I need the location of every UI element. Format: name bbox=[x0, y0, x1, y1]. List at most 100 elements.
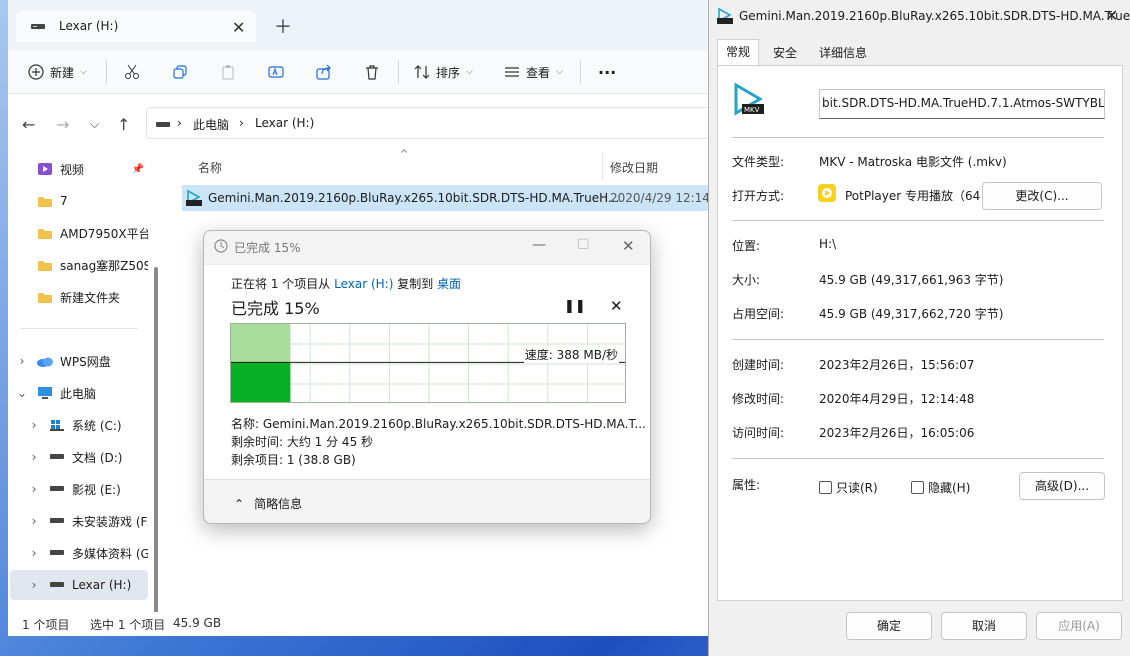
drive-icon bbox=[46, 581, 68, 589]
drive-icon bbox=[46, 485, 68, 493]
sort-ascending-icon: ^ bbox=[400, 149, 409, 160]
mkv-file-icon bbox=[186, 190, 202, 206]
sidebar-item-drive-g[interactable]: › 多媒体资料 (G:) bbox=[10, 538, 148, 568]
pause-icon[interactable]: ❚❚ bbox=[564, 299, 586, 314]
less-info-toggle[interactable]: ⌃ 简略信息 bbox=[234, 495, 302, 512]
sidebar-item-7[interactable]: 7 bbox=[10, 186, 148, 216]
sidebar-scrollbar[interactable] bbox=[154, 267, 158, 636]
up-arrow-icon[interactable]: ↑ bbox=[117, 115, 130, 134]
copy-icon bbox=[173, 65, 187, 79]
readonly-checkbox[interactable]: 只读(R) bbox=[819, 479, 878, 496]
opens-with-label: 打开方式: bbox=[732, 189, 785, 203]
location-value: H:\ bbox=[819, 237, 837, 251]
size-label: 大小: bbox=[732, 273, 761, 287]
tab-details[interactable]: 详细信息 bbox=[811, 41, 875, 65]
sidebar-item-amd[interactable]: AMD7950X平台 bbox=[10, 218, 148, 248]
new-button[interactable]: 新建 ⌵ bbox=[28, 59, 87, 85]
stop-icon[interactable]: ✕ bbox=[610, 297, 623, 315]
paste-button[interactable] bbox=[220, 59, 236, 85]
dialog-titlebar[interactable]: 已完成 15% — ☐ ✕ bbox=[204, 231, 650, 261]
forward-arrow-icon[interactable]: → bbox=[56, 115, 69, 134]
view-label: 查看 bbox=[526, 65, 551, 80]
more-options-button[interactable]: ··· bbox=[598, 59, 616, 85]
share-icon bbox=[316, 64, 331, 80]
maximize-icon[interactable]: ☐ bbox=[577, 237, 590, 253]
recent-locations-chevron-icon[interactable]: ⌵ bbox=[90, 117, 99, 132]
breadcrumb-this-pc[interactable]: 此电脑 bbox=[193, 116, 229, 133]
modified-label: 修改时间: bbox=[732, 392, 785, 406]
advanced-button[interactable]: 高级(D)... bbox=[1019, 472, 1105, 500]
rename-button[interactable] bbox=[268, 59, 284, 85]
ok-button[interactable]: 确定 bbox=[846, 612, 932, 640]
column-name[interactable]: 名称 bbox=[198, 159, 222, 176]
rename-icon bbox=[268, 66, 284, 78]
sidebar-item-sanag[interactable]: sanag塞那Z50S bbox=[10, 250, 148, 280]
tab-general[interactable]: 常规 bbox=[717, 39, 760, 66]
sidebar-item-new-folder[interactable]: 新建文件夹 bbox=[10, 282, 148, 312]
sidebar-item-wps[interactable]: › WPS网盘 bbox=[10, 346, 148, 376]
filename-field[interactable]: bit.SDR.DTS-HD.MA.TrueHD.7.1.Atmos-SWTYB… bbox=[819, 89, 1105, 119]
chevron-right-icon[interactable]: › bbox=[22, 546, 46, 560]
breadcrumb-separator: › bbox=[239, 116, 244, 130]
sidebar-item-this-pc[interactable]: ⌄ 此电脑 bbox=[10, 378, 148, 408]
sort-icon bbox=[414, 65, 430, 79]
chevron-right-icon[interactable]: › bbox=[10, 354, 34, 368]
folder-icon bbox=[34, 291, 56, 304]
selection-count: 选中 1 个项目 bbox=[90, 618, 166, 632]
apply-button[interactable]: 应用(A) bbox=[1036, 612, 1122, 640]
trash-icon bbox=[366, 65, 378, 80]
sidebar-item-drive-d[interactable]: › 文档 (D:) bbox=[10, 442, 148, 472]
cancel-button[interactable]: 取消 bbox=[941, 612, 1027, 640]
speed-label: 速度: 388 MB/秒 bbox=[523, 346, 619, 363]
address-box[interactable]: › 此电脑 › Lexar (H:) bbox=[146, 107, 708, 139]
new-tab-icon[interactable]: ＋ bbox=[274, 13, 292, 39]
source-link[interactable]: Lexar (H:) bbox=[334, 277, 393, 291]
file-row[interactable]: Gemini.Man.2019.2160p.BluRay.x265.10bit.… bbox=[182, 185, 708, 211]
file-type-value: MKV - Matroska 电影文件 (.mkv) bbox=[819, 155, 1007, 169]
column-modified[interactable]: 修改日期 bbox=[610, 159, 658, 176]
breadcrumb-lexar[interactable]: Lexar (H:) bbox=[255, 116, 314, 130]
sort-label: 排序 bbox=[436, 65, 461, 80]
tab-security[interactable]: 安全 bbox=[765, 41, 805, 65]
sidebar-item-drive-f[interactable]: › 未安装游戏 (F:) bbox=[10, 506, 148, 536]
sidebar-item-drive-c[interactable]: › 系统 (C:) bbox=[10, 410, 148, 440]
file-name-info: 名称: Gemini.Man.2019.2160p.BluRay.x265.10… bbox=[231, 417, 646, 431]
pin-icon: 📌 bbox=[131, 163, 144, 175]
items-remaining: 剩余项目: 1 (38.8 GB) bbox=[231, 453, 356, 467]
view-button[interactable]: 查看 ⌵ bbox=[504, 59, 563, 85]
drive-icon bbox=[46, 517, 68, 525]
minimize-icon[interactable]: — bbox=[532, 237, 546, 253]
back-arrow-icon[interactable]: ← bbox=[22, 115, 35, 134]
hidden-checkbox[interactable]: 隐藏(H) bbox=[911, 479, 970, 496]
chevron-right-icon[interactable]: › bbox=[22, 578, 46, 592]
plus-circle-icon bbox=[28, 64, 44, 80]
drive-icon bbox=[46, 453, 68, 461]
close-tab-icon[interactable]: ✕ bbox=[232, 18, 245, 37]
copy-description: 正在将 1 个项目从 Lexar (H:) 复制到 桌面 bbox=[231, 277, 462, 291]
destination-link[interactable]: 桌面 bbox=[437, 277, 461, 291]
tab-lexar[interactable]: Lexar (H:) ✕ bbox=[16, 10, 256, 42]
sidebar-item-videos[interactable]: 视频 📌 bbox=[10, 154, 148, 184]
change-button[interactable]: 更改(C)... bbox=[982, 182, 1102, 210]
windows-drive-icon bbox=[46, 419, 68, 431]
chevron-down-icon: ⌵ bbox=[80, 67, 87, 77]
delete-button[interactable] bbox=[364, 59, 380, 85]
close-icon[interactable]: ✕ bbox=[622, 237, 635, 255]
chevron-right-icon[interactable]: › bbox=[22, 482, 46, 496]
sort-button[interactable]: 排序 ⌵ bbox=[414, 59, 473, 85]
cut-button[interactable] bbox=[124, 59, 140, 85]
sidebar-item-drive-e[interactable]: › 影视 (E:) bbox=[10, 474, 148, 504]
address-bar-row: ← → ⌵ ↑ › 此电脑 › Lexar (H:) bbox=[8, 96, 708, 152]
command-bar: 新建 ⌵ 排序 ⌵ 查看 ⌵ ··· bbox=[8, 50, 708, 94]
sidebar-item-drive-h[interactable]: › Lexar (H:) bbox=[10, 570, 148, 600]
accessed-label: 访问时间: bbox=[732, 426, 785, 440]
copy-button[interactable] bbox=[172, 59, 188, 85]
share-button[interactable] bbox=[316, 59, 332, 85]
close-icon[interactable]: ✕ bbox=[1105, 6, 1118, 25]
chevron-down-icon[interactable]: ⌄ bbox=[10, 386, 34, 400]
view-list-icon bbox=[505, 67, 519, 77]
chevron-right-icon[interactable]: › bbox=[22, 514, 46, 528]
created-value: 2023年2月26日，15:56:07 bbox=[819, 358, 975, 372]
chevron-right-icon[interactable]: › bbox=[22, 418, 46, 432]
chevron-right-icon[interactable]: › bbox=[22, 450, 46, 464]
